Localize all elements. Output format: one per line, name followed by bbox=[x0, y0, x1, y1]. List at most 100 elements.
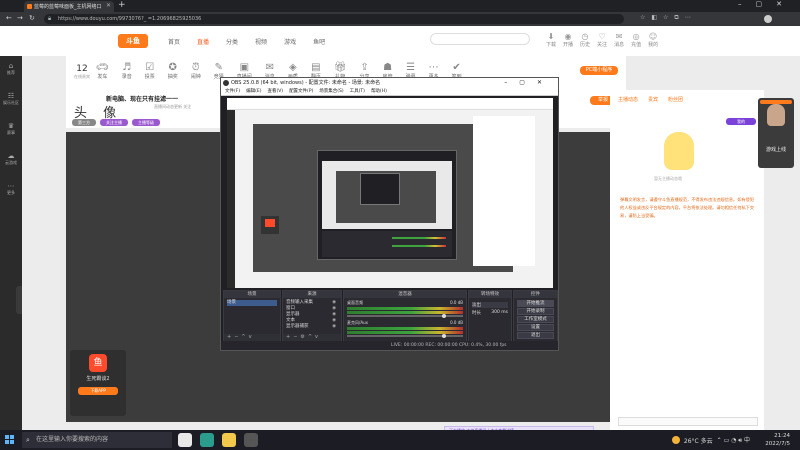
start-recording-button[interactable]: 开始录制 bbox=[517, 308, 554, 315]
trophy-icon: ♛ bbox=[7, 122, 15, 130]
tab-vip[interactable]: 贵宾 bbox=[648, 96, 658, 103]
header-user[interactable]: ☺ 我的 bbox=[648, 32, 658, 48]
volume-meter bbox=[347, 311, 463, 314]
nav-item[interactable]: 首页 bbox=[168, 37, 180, 46]
mixer-dock: 混音器 桌面音频 0.0 dB 麦克风/Aux 0.0 dB bbox=[343, 290, 467, 342]
car-icon: 🚗︎ bbox=[96, 62, 109, 73]
taskbar-clock[interactable]: 21:24 2022/7/5 bbox=[765, 432, 790, 448]
nav-item[interactable]: 分类 bbox=[226, 37, 238, 46]
volume-slider[interactable] bbox=[347, 314, 463, 318]
scene-item[interactable]: 场景 bbox=[227, 300, 277, 306]
audio-icon: ♬ bbox=[122, 62, 132, 73]
miniprogram-button[interactable]: PC端小程序 bbox=[580, 66, 618, 75]
studio-mode-button[interactable]: 工作室模式 bbox=[517, 316, 554, 323]
tray-icons[interactable]: ⌃ ▭ ◔ 🔊︎ 中 bbox=[717, 435, 750, 445]
mixer-channel: 桌面音频 0.0 dB bbox=[347, 300, 463, 318]
side-ad-banner[interactable]: 游戏上线 bbox=[758, 98, 794, 168]
obs-menu-help[interactable]: 帮助(H) bbox=[371, 88, 387, 95]
edge-icon[interactable] bbox=[200, 433, 214, 447]
file-explorer-icon[interactable] bbox=[222, 433, 236, 447]
room-icon: ▣ bbox=[239, 62, 250, 73]
exit-button[interactable]: 退出 bbox=[517, 332, 554, 339]
obs-menubar: 文件(F) 编辑(E) 查看(V) 配置文件(P) 场景集合(S) 工具(T) … bbox=[221, 88, 558, 96]
sidebar-item-cloudgame[interactable]: ☁ 云游戏 bbox=[0, 152, 22, 166]
obs-menu-file[interactable]: 文件(F) bbox=[225, 88, 240, 95]
mixer-dock-title: 混音器 bbox=[344, 291, 466, 298]
settings-button[interactable]: 设置 bbox=[517, 324, 554, 331]
header-history[interactable]: ◷ 历史 bbox=[580, 32, 590, 48]
taskbar-search-input[interactable]: ⌕ 在这里输入你要搜索的内容 bbox=[22, 432, 172, 448]
obs-menu-edit[interactable]: 编辑(E) bbox=[246, 88, 261, 95]
chat-input[interactable] bbox=[618, 417, 758, 426]
sidebar-item-recommend[interactable]: ⌂ 推荐 bbox=[0, 62, 22, 76]
obs-window-controls[interactable]: –▢✕ bbox=[504, 78, 554, 88]
tool-item[interactable]: ✪ 抽奖 bbox=[168, 62, 178, 80]
browser-tab-bar: 蓝莓的蓝莓味面板_主机网络口 ✕ + –▢✕ bbox=[0, 0, 800, 12]
reload-icon[interactable]: ↻ bbox=[29, 14, 35, 22]
my-tag-button[interactable]: 我的 bbox=[726, 118, 756, 125]
transition-select[interactable]: 淡出 bbox=[472, 302, 508, 308]
obs-menu-view[interactable]: 查看(V) bbox=[267, 88, 283, 95]
header-download[interactable]: ⬇ 下载 bbox=[546, 32, 556, 48]
windows-start-icon[interactable] bbox=[5, 435, 15, 445]
sidebar-item-more[interactable]: ⋯ 更多 bbox=[0, 182, 22, 196]
header-recharge[interactable]: ◎ 充值 bbox=[631, 32, 641, 48]
nav-item[interactable]: 鱼吧 bbox=[313, 37, 325, 46]
site-logo[interactable]: 斗鱼 bbox=[118, 34, 148, 48]
header-message[interactable]: ✉ 消息 bbox=[614, 32, 624, 48]
room-tag[interactable]: 第三方 bbox=[72, 119, 96, 126]
sidebar-item-social[interactable]: ☷ 娱乐社区 bbox=[0, 92, 22, 106]
extension-icons[interactable]: ☆◧☆⧉⋯ bbox=[640, 14, 697, 22]
rank-badge[interactable]: 12 在线贵宾 bbox=[74, 64, 90, 80]
window-controls[interactable]: –▢✕ bbox=[738, 0, 796, 8]
browser-tab[interactable]: 蓝莓的蓝莓味面板_主机网络口 ✕ bbox=[24, 1, 114, 12]
alarm-icon: ⏰︎ bbox=[191, 62, 200, 73]
volume-meter bbox=[347, 327, 463, 330]
site-search-input[interactable] bbox=[430, 33, 530, 45]
clock-time: 21:24 bbox=[774, 433, 790, 439]
task-view-icon[interactable] bbox=[178, 433, 192, 447]
sources-dock-toolbar[interactable]: +−⚙^v bbox=[283, 334, 341, 341]
tab-fans[interactable]: 粉丝团 bbox=[668, 96, 683, 103]
tool-item[interactable]: 🚗︎ 发车 bbox=[96, 62, 109, 80]
room-tag[interactable]: 主播等级 bbox=[132, 119, 160, 126]
nav-item[interactable]: 游戏 bbox=[284, 37, 296, 46]
header-broadcast[interactable]: ◉ 开播 bbox=[563, 32, 573, 48]
new-tab-button[interactable]: + bbox=[118, 0, 126, 10]
nav-item[interactable]: 视频 bbox=[255, 37, 267, 46]
obs-taskbar-icon[interactable] bbox=[244, 433, 258, 447]
obs-menu-tools[interactable]: 工具(T) bbox=[350, 88, 365, 95]
start-streaming-button[interactable]: 开始推流 bbox=[517, 300, 554, 307]
source-item[interactable]: 显示器捕获 ◉ bbox=[286, 324, 338, 330]
tool-item[interactable]: ☑ 投票 bbox=[145, 62, 155, 80]
cloud-icon: ☁ bbox=[7, 152, 15, 160]
nav-item[interactable]: 直播 bbox=[197, 37, 209, 46]
url-input[interactable]: 🔒︎ https://www.douyu.com/9973076?_ =1.20… bbox=[44, 14, 624, 24]
room-tag[interactable]: 关注主播 bbox=[100, 119, 128, 126]
tool-item[interactable]: ♬ 录音 bbox=[122, 62, 132, 80]
back-icon[interactable]: ← bbox=[6, 14, 12, 22]
sidebar-item-match[interactable]: ♛ 赛事 bbox=[0, 122, 22, 136]
forward-icon[interactable]: → bbox=[17, 14, 23, 22]
header-follow[interactable]: ♡ 关注 bbox=[597, 32, 607, 48]
close-tab-icon[interactable]: ✕ bbox=[106, 2, 111, 9]
profile-avatar[interactable] bbox=[764, 15, 772, 23]
download-app-button[interactable]: 下载APP bbox=[78, 387, 118, 395]
preview-nested-browser bbox=[227, 98, 553, 288]
obs-menu-scene-collection[interactable]: 场景集合(S) bbox=[319, 88, 343, 95]
tool-item[interactable]: ⏰︎ 闹钟 bbox=[191, 62, 201, 80]
sources-dock-title: 来源 bbox=[283, 291, 341, 298]
address-bar-row: ← → ↻ 🔒︎ https://www.douyu.com/9973076?_… bbox=[0, 12, 800, 26]
weather-text[interactable]: 26°C 多云 bbox=[684, 436, 713, 445]
scenes-dock-toolbar[interactable]: +−^v bbox=[224, 334, 280, 341]
duration-input[interactable]: 300 ms bbox=[491, 310, 508, 316]
volume-slider[interactable] bbox=[347, 334, 463, 338]
scenes-dock-title: 场景 bbox=[224, 291, 280, 298]
mixer-channel-name: 桌面音频 bbox=[347, 300, 363, 305]
tab-dynamic[interactable]: 主播动态 bbox=[618, 96, 638, 103]
streamer-logo-icon: 鱼 bbox=[89, 354, 107, 372]
obs-preview[interactable] bbox=[227, 98, 553, 288]
obs-menu-profile[interactable]: 配置文件(P) bbox=[289, 88, 313, 95]
lottery-icon: ✪ bbox=[168, 62, 177, 73]
controls-dock: 控件 开始推流 开始录制 工作室模式 设置 退出 bbox=[513, 290, 558, 342]
